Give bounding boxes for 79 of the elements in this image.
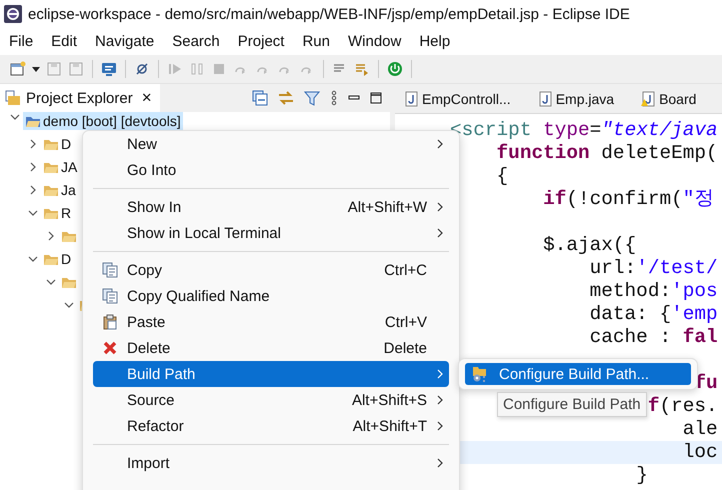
menu-item[interactable]: Show in Local Terminal <box>93 220 449 246</box>
maximize-icon[interactable] <box>370 92 382 104</box>
copy-icon <box>102 262 118 278</box>
menu-item[interactable]: Help <box>419 33 460 50</box>
editor-tab[interactable]: EmpControll... <box>403 90 511 106</box>
menu-item[interactable]: Delete Delete <box>93 335 449 361</box>
editor-tab[interactable]: Emp.java <box>536 90 614 106</box>
code-line: cache : fal <box>590 326 718 348</box>
delete-icon <box>102 340 118 356</box>
menu-item[interactable]: Run <box>302 33 339 50</box>
filter-icon[interactable] <box>304 90 320 106</box>
new-file-icon[interactable] <box>10 61 26 77</box>
tab-title: Project Explorer <box>26 90 133 106</box>
expanded-chevron-icon[interactable] <box>46 276 56 286</box>
collapsed-chevron-icon[interactable] <box>28 184 38 194</box>
collapse-all-icon[interactable] <box>252 90 268 106</box>
tree-item[interactable]: D <box>41 134 74 152</box>
menu-item[interactable]: Window <box>348 33 410 50</box>
menu-item[interactable]: Refactor Alt+Shift+T <box>93 413 449 439</box>
code-line: if(!confirm("정 <box>543 188 714 210</box>
power-icon[interactable] <box>387 61 403 77</box>
tree-item[interactable]: D <box>41 250 74 268</box>
tree-label: Ja <box>61 180 76 198</box>
paste-icon <box>102 314 118 330</box>
code-line: url:'/test/ <box>590 257 718 279</box>
expanded-chevron-icon[interactable] <box>28 254 38 264</box>
menu-item[interactable]: Go Into <box>93 157 449 183</box>
tree-item[interactable]: JA <box>41 158 80 176</box>
tree-label: JA <box>61 158 78 176</box>
expanded-chevron-icon[interactable] <box>64 300 74 310</box>
eclipse-logo-icon <box>4 5 22 23</box>
code-line: fu <box>694 372 718 394</box>
code-line: { <box>496 165 508 187</box>
dropdown-caret-icon[interactable] <box>32 66 40 72</box>
more-icon[interactable] <box>330 90 338 106</box>
copy-icon <box>102 288 118 304</box>
menu-item[interactable]: Paste Ctrl+V <box>93 309 449 335</box>
editor-tab[interactable]: Board <box>640 90 696 106</box>
link-icon[interactable] <box>278 90 294 106</box>
menu-item[interactable]: Project <box>238 33 294 50</box>
code-line: $.ajax({ <box>543 234 636 256</box>
tooltip: Configure Build Path <box>497 392 647 417</box>
close-button[interactable]: × <box>142 88 152 108</box>
menu-item[interactable]: Search <box>172 33 229 50</box>
tree-item[interactable]: R <box>41 204 74 222</box>
collapsed-chevron-icon[interactable] <box>28 138 38 148</box>
menu-item[interactable]: Build Path <box>93 361 449 387</box>
code-line: method:'pos <box>590 280 718 302</box>
build-path-icon <box>471 365 489 383</box>
collapsed-chevron-icon[interactable] <box>28 162 38 172</box>
code-line: loc <box>682 441 718 463</box>
code-line: f(res. <box>648 395 718 417</box>
expanded-chevron-icon[interactable] <box>28 208 38 218</box>
menu-item[interactable]: New <box>93 131 449 157</box>
code-line: <script type="text/java <box>450 119 718 141</box>
toolbar-icon[interactable] <box>134 61 150 77</box>
tree-label: R <box>61 204 72 222</box>
code-line: function deleteEmp( <box>496 142 718 164</box>
menu-item[interactable]: Copy Ctrl+C <box>93 257 449 283</box>
project-explorer-tab[interactable]: Project Explorer × <box>0 84 160 112</box>
menu-item[interactable]: Configure Build Path... <box>465 363 691 385</box>
code-line: data: {'emp <box>590 303 718 325</box>
folder-icon <box>5 90 21 106</box>
menu-item[interactable]: Navigate <box>95 33 164 50</box>
menu-item[interactable]: File <box>9 33 42 50</box>
code-line: ale <box>682 418 718 440</box>
monitor-icon[interactable] <box>101 61 117 77</box>
tree-item[interactable]: Ja <box>41 180 78 198</box>
expanded-chevron-icon[interactable] <box>10 112 20 122</box>
menu-item[interactable]: Source Alt+Shift+S <box>93 387 449 413</box>
menu-item[interactable]: Copy Qualified Name <box>93 283 449 309</box>
window-title: eclipse-workspace - demo/src/main/webapp/WEB-INF/jsp/emp/empDetail.jsp - Eclipse IDE <box>28 6 630 22</box>
menu-item[interactable]: Show In Alt+Shift+W <box>93 194 449 220</box>
code-line: } <box>636 464 648 486</box>
tree-label: D <box>61 250 72 268</box>
menu-item[interactable]: Edit <box>51 33 86 50</box>
tree-label: D <box>61 134 72 152</box>
collapsed-chevron-icon[interactable] <box>46 230 56 240</box>
menu-item[interactable]: Import <box>93 450 449 476</box>
